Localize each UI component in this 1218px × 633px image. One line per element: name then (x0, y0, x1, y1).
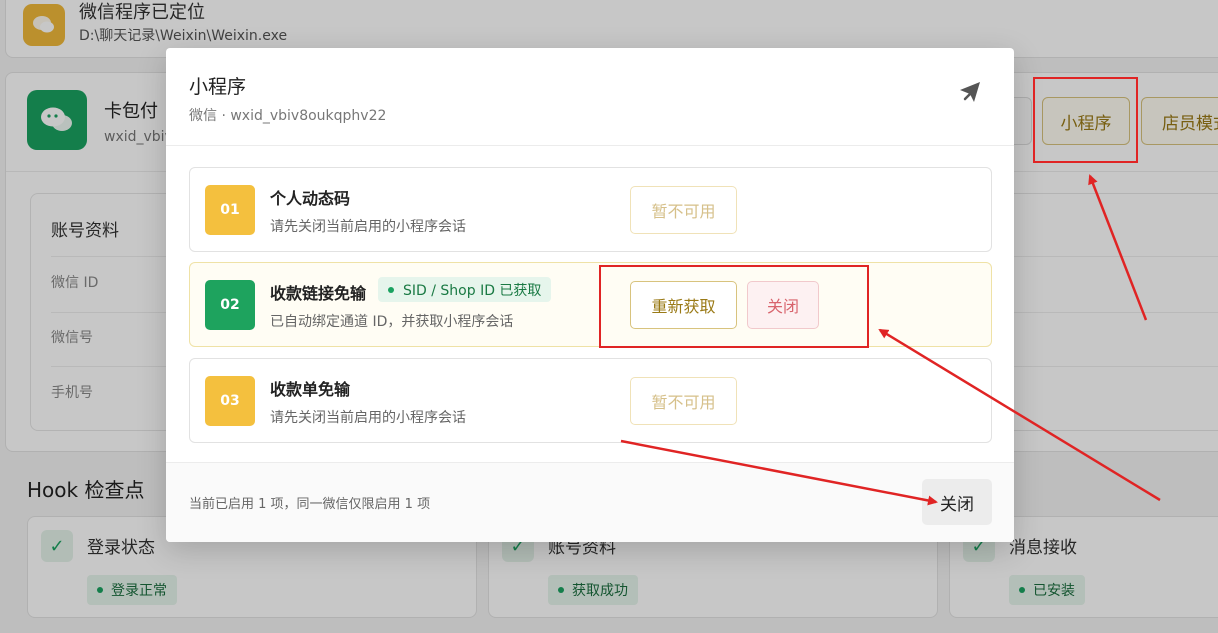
annotation-arrow (878, 328, 1161, 502)
annotation-arrow (620, 439, 938, 506)
annotation-arrows (620, 174, 1161, 506)
annotation-arrow (1088, 174, 1148, 321)
